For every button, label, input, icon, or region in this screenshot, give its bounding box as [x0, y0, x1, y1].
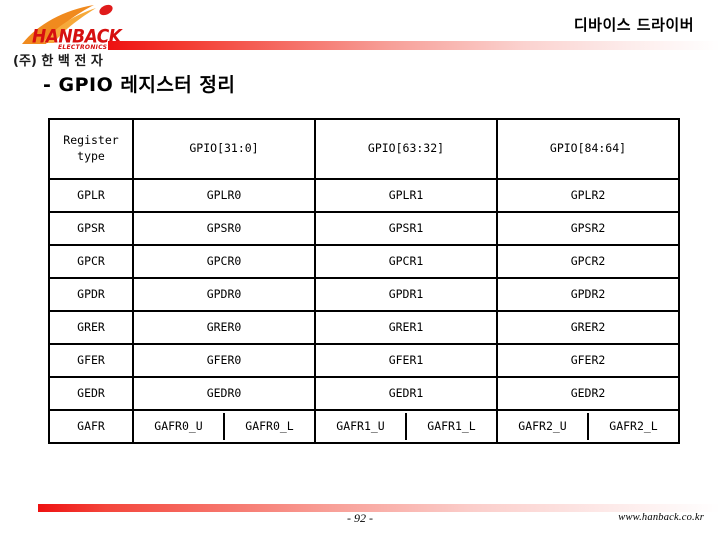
gpio-register-table: Register type GPIO[31:0] GPIO[63:32] GPIO…: [48, 118, 680, 444]
website-url: www.hanback.co.kr: [618, 512, 704, 523]
register-cell-split: GAFR2_U GAFR2_L: [496, 409, 680, 444]
register-type-cell: GPSR: [48, 211, 134, 246]
register-cell: GFER0: [132, 343, 316, 378]
header-title: 디바이스 드라이버: [573, 16, 694, 34]
register-cell: GPDR2: [496, 277, 680, 312]
table-row: GPLR GPLR0 GPLR1 GPLR2: [48, 178, 680, 213]
header-divider-bar: [108, 41, 720, 50]
register-cell-split: GAFR1_U GAFR1_L: [314, 409, 498, 444]
register-type-cell: GPCR: [48, 244, 134, 279]
register-cell: GPCR0: [132, 244, 316, 279]
table-body: GPLR GPLR0 GPLR1 GPLR2 GPSR GPSR0 GPSR1 GPSR2 GP…: [48, 178, 680, 444]
column-header-gpio-84-64: GPIO[84:64]: [496, 118, 680, 180]
register-cell: GEDR1: [314, 376, 498, 411]
register-type-cell: GRER: [48, 310, 134, 345]
register-cell: GPLR1: [314, 178, 498, 213]
register-subcell: GAFR2_L: [587, 413, 678, 440]
register-cell: GPSR2: [496, 211, 680, 246]
column-header-gpio-63-32: GPIO[63:32]: [314, 118, 498, 180]
register-cell: GPSR1: [314, 211, 498, 246]
register-type-cell: GEDR: [48, 376, 134, 411]
table-row: GPDR GPDR0 GPDR1 GPDR2: [48, 277, 680, 312]
table-header: Register type GPIO[31:0] GPIO[63:32] GPIO…: [48, 118, 680, 180]
register-cell: GPLR2: [496, 178, 680, 213]
register-cell: GPCR2: [496, 244, 680, 279]
table-header-row: Register type GPIO[31:0] GPIO[63:32] GPIO…: [48, 118, 680, 180]
register-cell: GRER1: [314, 310, 498, 345]
register-subcell: GAFR0_U: [134, 413, 224, 440]
slide-header: HANBACK ELECTRONICS (주) 한 백 전 자 디바이스 드라이…: [0, 0, 720, 69]
register-subcell: GAFR1_L: [405, 413, 496, 440]
table-row: GRER GRER0 GRER1 GRER2: [48, 310, 680, 345]
register-cell: GPLR0: [132, 178, 316, 213]
register-subcell: GAFR0_L: [223, 413, 314, 440]
register-cell: GPDR0: [132, 277, 316, 312]
register-cell: GFER1: [314, 343, 498, 378]
table-row: GFER GFER0 GFER1 GFER2: [48, 343, 680, 378]
table-row: GPCR GPCR0 GPCR1 GPCR2: [48, 244, 680, 279]
table-row: GEDR GEDR0 GEDR1 GEDR2: [48, 376, 680, 411]
register-type-cell: GPLR: [48, 178, 134, 213]
hanback-logo: HANBACK ELECTRONICS (주) 한 백 전 자: [12, 2, 132, 69]
register-cell-split: GAFR0_U GAFR0_L: [132, 409, 316, 444]
register-cell: GFER2: [496, 343, 680, 378]
register-cell: GPCR1: [314, 244, 498, 279]
page-number: - 92 -: [347, 511, 373, 525]
column-header-gpio-31-0: GPIO[31:0]: [132, 118, 316, 180]
register-cell: GEDR2: [496, 376, 680, 411]
register-cell: GRER0: [132, 310, 316, 345]
register-cell: GPSR0: [132, 211, 316, 246]
register-subcell: GAFR1_U: [316, 413, 406, 440]
column-header-register-type: Register type: [48, 118, 134, 180]
register-type-cell: GFER: [48, 343, 134, 378]
logo-korean-name: (주) 한 백 전 자: [13, 54, 103, 69]
table-row: GAFR GAFR0_U GAFR0_L GAFR1_U GAFR1_L GAFR2_U G…: [48, 409, 680, 444]
register-cell: GRER2: [496, 310, 680, 345]
page-title: - GPIO 레지스터 정리: [43, 74, 236, 96]
register-type-cell: GPDR: [48, 277, 134, 312]
register-subcell: GAFR2_U: [498, 413, 588, 440]
register-cell: GPDR1: [314, 277, 498, 312]
register-type-cell: GAFR: [48, 409, 134, 444]
table-row: GPSR GPSR0 GPSR1 GPSR2: [48, 211, 680, 246]
register-cell: GEDR0: [132, 376, 316, 411]
